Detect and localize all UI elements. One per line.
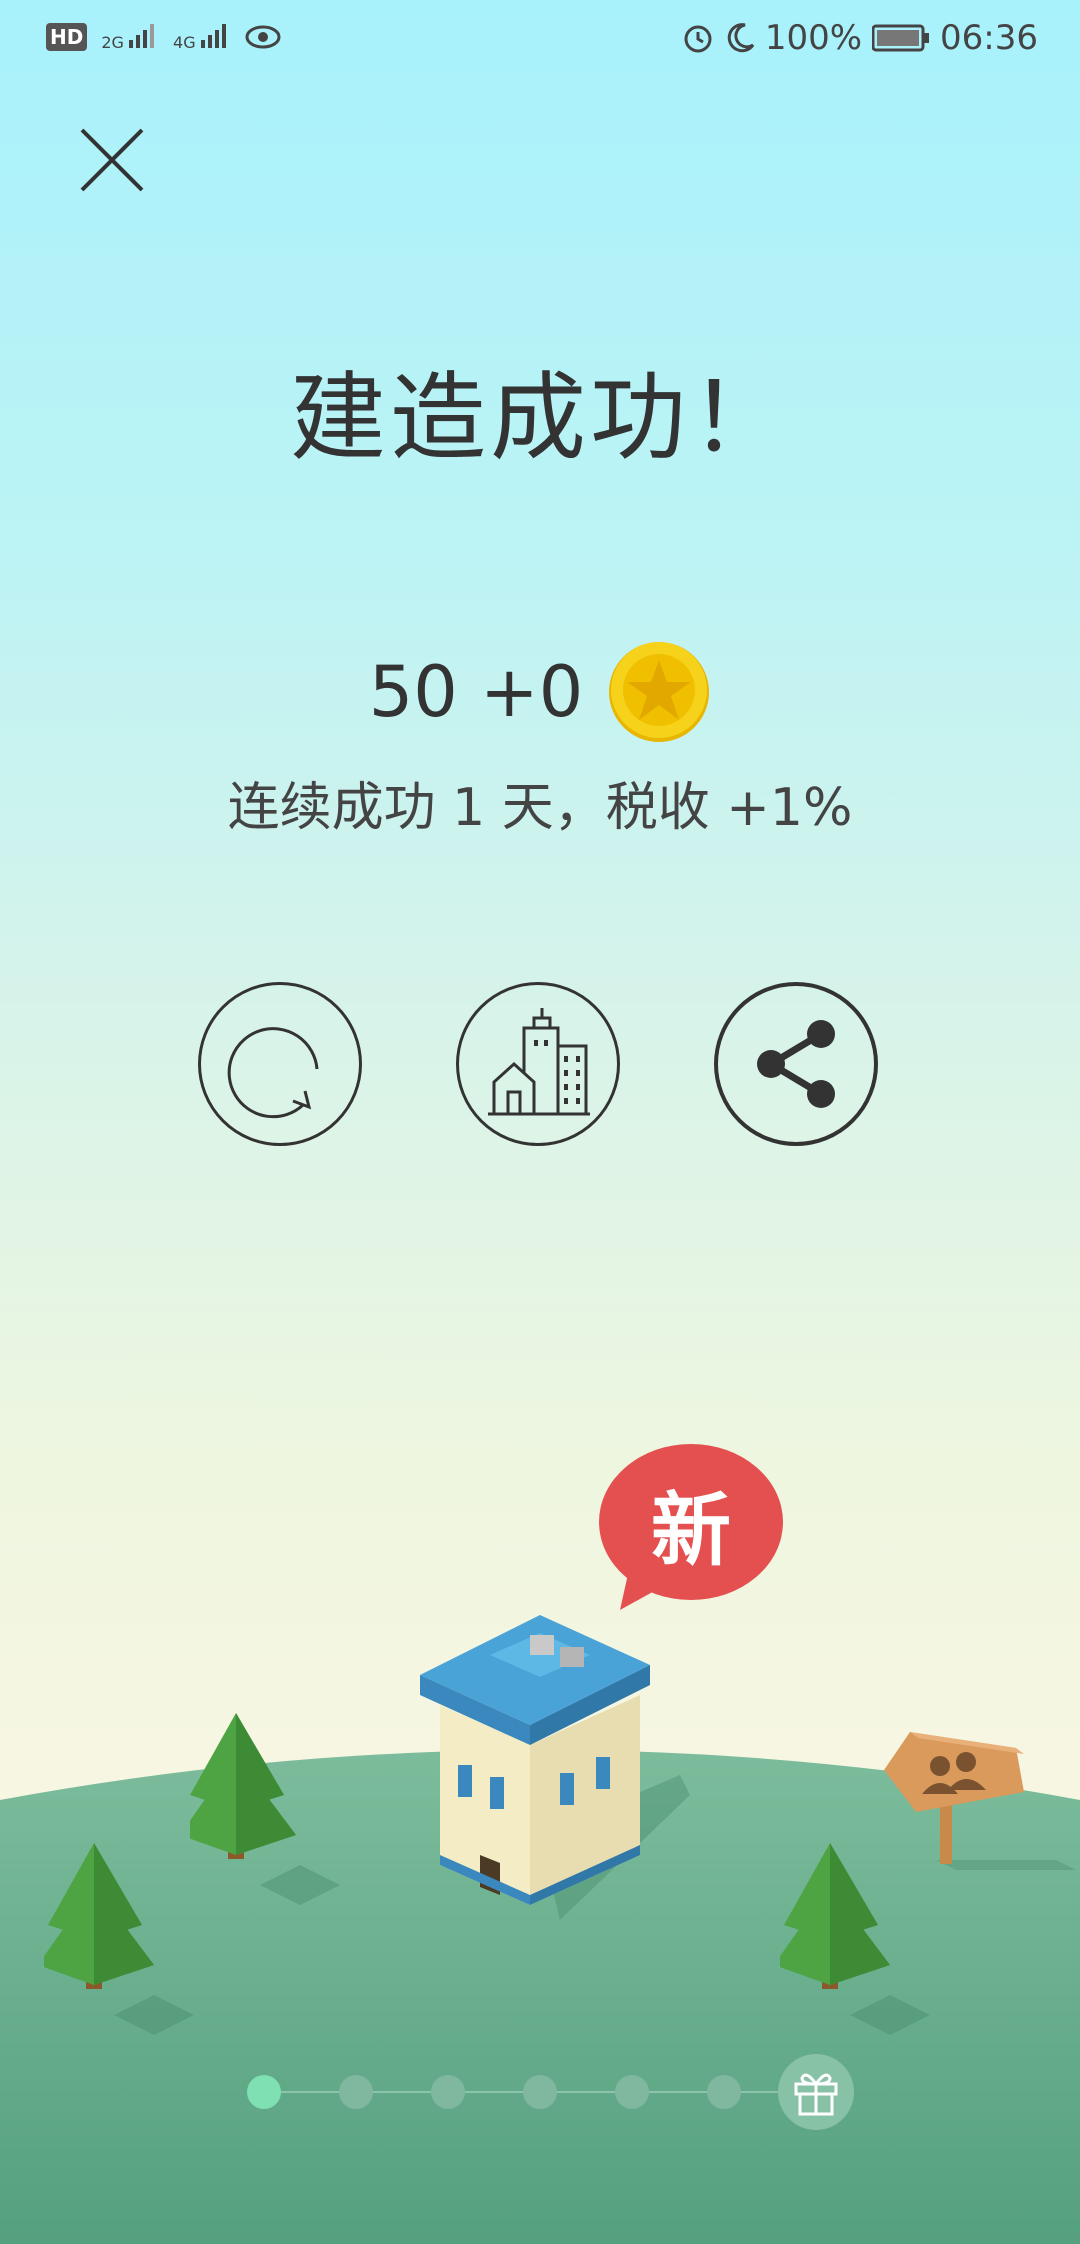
gift-button[interactable] <box>778 2054 854 2130</box>
building-icon <box>420 1615 690 1920</box>
city-button[interactable] <box>456 982 620 1146</box>
pager-dot-2[interactable] <box>339 2075 373 2109</box>
page-title: 建造成功！ <box>290 362 790 474</box>
clock: 06:36 <box>940 18 1038 58</box>
signal-bars-icon <box>200 24 226 48</box>
tree-2 <box>44 1843 194 2035</box>
pager-dot-1[interactable] <box>247 2075 281 2109</box>
coins-row: 50 +0 <box>0 640 1080 744</box>
hd-badge: HD <box>46 22 88 51</box>
friends-signpost-icon[interactable] <box>876 1720 1076 1870</box>
tree-1 <box>190 1713 340 1905</box>
moon-icon <box>727 23 755 53</box>
pager-dot-4[interactable] <box>523 2075 557 2109</box>
close-icon <box>80 128 144 192</box>
coins-text: 50 +0 <box>368 651 584 733</box>
status-left: HD 2G 4G <box>46 22 281 51</box>
eye-icon <box>245 25 281 48</box>
retry-icon <box>227 1027 319 1119</box>
pager-dot-6[interactable] <box>707 2075 741 2109</box>
city-icon <box>488 1008 590 1116</box>
signal-bars-icon <box>129 24 155 48</box>
close-button[interactable] <box>72 120 152 200</box>
retry-button[interactable] <box>198 982 362 1146</box>
alarm-icon <box>684 25 712 53</box>
pager-dot-5[interactable] <box>615 2075 649 2109</box>
coin-icon <box>609 642 710 742</box>
gift-icon <box>794 2073 838 2116</box>
battery-icon <box>872 24 930 52</box>
signal-2g: 2G <box>101 22 159 51</box>
battery-percent: 100% <box>764 18 863 58</box>
status-right: 100% 06:36 <box>681 18 1038 58</box>
signal-4g: 4G <box>173 22 231 51</box>
streak-text: 连续成功 1 天，税收 +1% <box>227 778 853 838</box>
new-badge-text: 新 <box>651 1484 731 1577</box>
share-button[interactable] <box>714 982 878 1146</box>
status-bar: HD 2G 4G 100% 06:36 <box>0 0 1080 84</box>
pager-dot-3[interactable] <box>431 2075 465 2109</box>
share-icon <box>757 1020 835 1108</box>
